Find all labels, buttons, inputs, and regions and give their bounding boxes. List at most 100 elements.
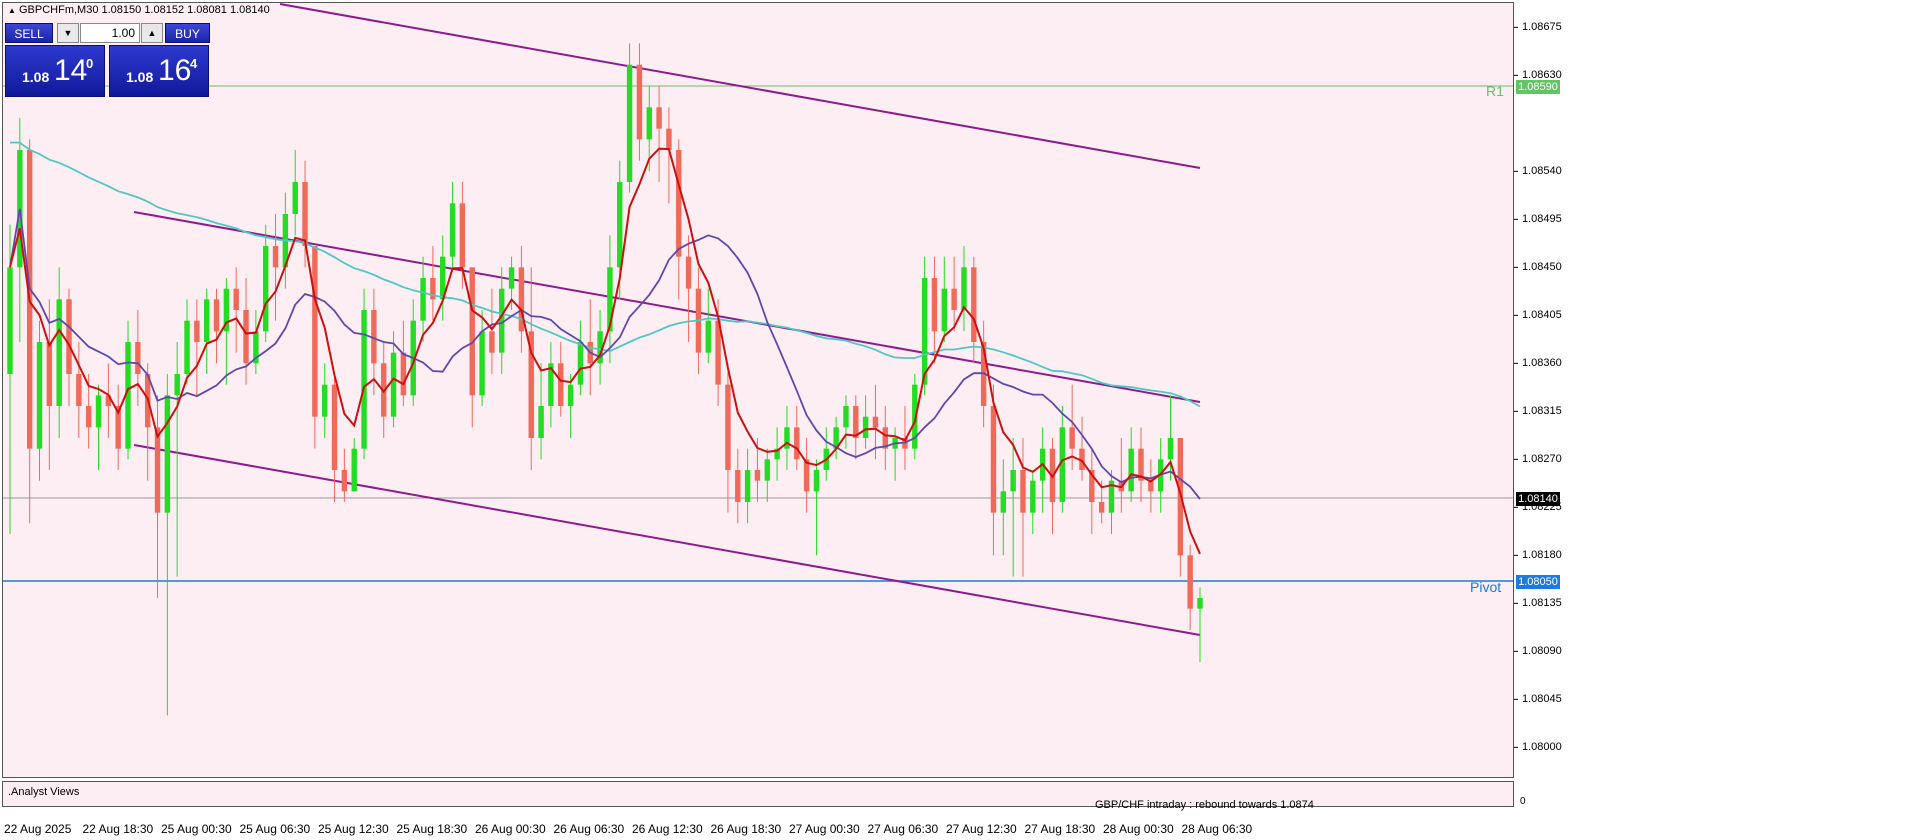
indicator-label: .Analyst Views bbox=[8, 786, 80, 798]
y-tick-label: 1.08450 bbox=[1522, 261, 1562, 274]
candle-body bbox=[1000, 491, 1007, 513]
one-click-trading-panel: SELL ▼ ▲ BUY 1.08 14 0 1.08 16 4 bbox=[5, 23, 210, 97]
candle-body bbox=[351, 448, 357, 492]
y-tick-label: 1.08000 bbox=[1522, 741, 1562, 754]
candle-body bbox=[676, 150, 682, 257]
candle-body bbox=[843, 406, 849, 428]
y-tick-label: 1.08630 bbox=[1522, 69, 1562, 82]
pivot-price-tag: 1.08050 bbox=[1516, 575, 1560, 589]
candle-body bbox=[76, 374, 82, 406]
candle-body bbox=[656, 107, 662, 129]
y-tick-label: 1.08045 bbox=[1522, 693, 1562, 706]
candle-body bbox=[538, 406, 544, 438]
x-tick-label: 26 Aug 00:30 bbox=[475, 822, 546, 836]
x-tick-label: 22 Aug 18:30 bbox=[82, 822, 154, 836]
y-tick-label: 1.08090 bbox=[1522, 645, 1562, 658]
y-tick-label: 1.08360 bbox=[1522, 357, 1562, 370]
candle-body bbox=[508, 267, 515, 289]
sell-price-big: 14 bbox=[54, 54, 88, 87]
buy-button[interactable]: BUY bbox=[165, 23, 210, 43]
candle-body bbox=[1010, 470, 1016, 492]
candle-body bbox=[1128, 448, 1134, 492]
candle-body bbox=[449, 203, 456, 257]
candle-body bbox=[46, 342, 53, 406]
candle-body bbox=[617, 182, 623, 268]
candle-body bbox=[735, 470, 741, 502]
symbol-info: ▲ GBPCHFm,M30 1.08150 1.08152 1.08081 1.… bbox=[8, 4, 270, 16]
candle-body bbox=[1020, 470, 1026, 513]
candle-body bbox=[203, 299, 210, 342]
x-tick-label: 27 Aug 12:30 bbox=[946, 822, 1017, 836]
candle-body bbox=[1197, 598, 1203, 609]
candle-body bbox=[636, 64, 643, 140]
y-tick-label: 1.08270 bbox=[1522, 453, 1562, 466]
candle-body bbox=[400, 352, 407, 396]
candle-body bbox=[626, 64, 633, 182]
candle-body bbox=[941, 288, 948, 332]
candle-body bbox=[764, 459, 770, 481]
x-tick-label: 28 Aug 06:30 bbox=[1181, 822, 1253, 836]
candle-body bbox=[754, 470, 761, 481]
candle-body bbox=[685, 256, 692, 289]
candle-body bbox=[1167, 438, 1174, 460]
candle-body bbox=[292, 182, 298, 214]
candle-body bbox=[213, 299, 220, 332]
candle-body bbox=[1030, 480, 1036, 513]
candle-body bbox=[646, 107, 652, 140]
r1-level-label: R1 bbox=[1486, 83, 1504, 99]
buy-price-sup: 4 bbox=[190, 56, 198, 71]
candle-body bbox=[322, 384, 328, 417]
candle-body bbox=[961, 267, 967, 310]
candle-body bbox=[1187, 555, 1193, 609]
r1-price-tag: 1.08590 bbox=[1516, 80, 1560, 94]
x-tick-label: 25 Aug 12:30 bbox=[318, 822, 389, 836]
x-tick-label: 26 Aug 18:30 bbox=[710, 822, 782, 836]
lot-decrease-button[interactable]: ▼ bbox=[57, 23, 79, 43]
candle-body bbox=[813, 470, 820, 492]
chart-area[interactable] bbox=[0, 0, 1916, 840]
y-tick-label: 1.08675 bbox=[1522, 21, 1562, 34]
candle-body bbox=[459, 203, 466, 268]
candle-body bbox=[95, 395, 102, 428]
candle-body bbox=[990, 406, 997, 513]
lot-increase-button[interactable]: ▲ bbox=[141, 23, 163, 43]
sell-price-sup: 0 bbox=[86, 56, 94, 71]
x-tick-label: 26 Aug 06:30 bbox=[553, 822, 625, 836]
y-tick-label: 1.08180 bbox=[1522, 549, 1562, 562]
candle-body bbox=[489, 331, 495, 353]
x-tick-label: 27 Aug 18:30 bbox=[1024, 822, 1096, 836]
candle-body bbox=[1098, 502, 1105, 513]
candle-body bbox=[262, 246, 269, 332]
candle-body bbox=[744, 470, 751, 502]
candle-body bbox=[666, 128, 672, 150]
candle-body bbox=[361, 310, 367, 449]
sell-button[interactable]: SELL bbox=[5, 23, 53, 43]
candle-body bbox=[853, 406, 859, 438]
candle-body bbox=[951, 288, 957, 310]
candle-body bbox=[705, 320, 711, 353]
sell-quote-box[interactable]: 1.08 14 0 bbox=[5, 45, 105, 97]
candle-body bbox=[341, 470, 348, 492]
candle-body bbox=[36, 342, 43, 449]
pivot-level-label: Pivot bbox=[1470, 579, 1502, 595]
candle-body bbox=[164, 395, 171, 513]
candle-body bbox=[931, 278, 938, 332]
candle-body bbox=[184, 320, 190, 374]
candle-body bbox=[312, 246, 318, 417]
x-tick-label: 26 Aug 12:30 bbox=[632, 822, 703, 836]
indicator-scale-label: 0 bbox=[1520, 796, 1526, 807]
chart-canvas bbox=[3, 3, 1518, 748]
candle-body bbox=[233, 288, 239, 310]
candle-body bbox=[174, 374, 180, 396]
candle-body bbox=[469, 267, 475, 396]
sell-price-prefix: 1.08 bbox=[22, 69, 50, 85]
buy-quote-box[interactable]: 1.08 16 4 bbox=[109, 45, 209, 97]
analyst-views-text: GBP/CHF intraday : rebound towards 1.087… bbox=[1095, 799, 1314, 811]
symbol-ohlc-text: GBPCHFm,M30 1.08150 1.08152 1.08081 1.08… bbox=[18, 4, 270, 16]
x-tick-label: 25 Aug 06:30 bbox=[239, 822, 311, 836]
x-tick-label: 27 Aug 00:30 bbox=[789, 822, 860, 836]
y-tick-label: 1.08225 bbox=[1522, 501, 1562, 514]
lot-size-input[interactable] bbox=[80, 23, 140, 43]
candle-body bbox=[558, 363, 564, 406]
candle-body bbox=[135, 342, 141, 374]
